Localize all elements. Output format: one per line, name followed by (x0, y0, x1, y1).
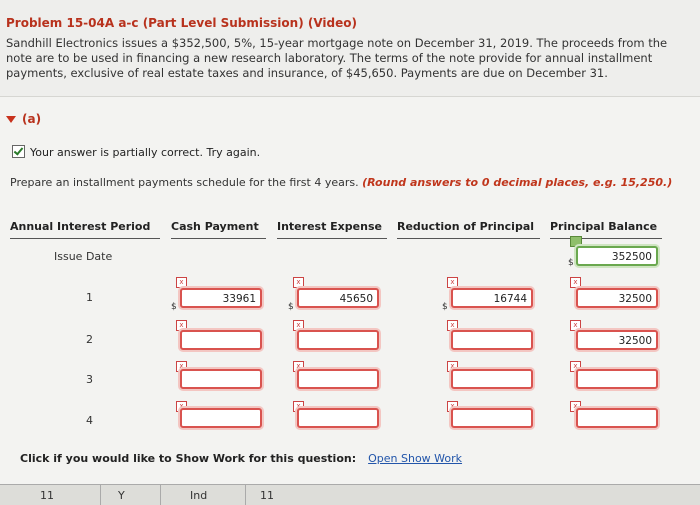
reduction-principal-input[interactable] (451, 369, 533, 389)
principal-balance-input[interactable] (576, 408, 658, 428)
instruction-text: Prepare an installment payments schedule… (10, 176, 363, 189)
divider (100, 485, 101, 505)
divider (10, 238, 160, 239)
period-label: 4 (86, 414, 93, 427)
problem-title: Problem 15-04A a-c (Part Level Submissio… (6, 16, 357, 30)
divider (171, 238, 266, 239)
header-balance: Principal Balance (550, 220, 658, 233)
rounding-hint: (Round answers to 0 decimal places, e.g.… (362, 176, 673, 189)
bottom-cell: 11 (40, 489, 54, 502)
cash-payment-input[interactable] (180, 369, 262, 389)
currency-symbol: $ (288, 302, 294, 312)
bottom-bar: 11 Y Ind 11 (0, 484, 700, 505)
bottom-cell: Ind (190, 489, 208, 502)
divider (245, 485, 246, 505)
problem-statement: Problem 15-04A a-c (Part Level Submissio… (0, 0, 700, 97)
cash-payment-input[interactable] (180, 330, 262, 350)
instruction: Prepare an installment payments schedule… (10, 176, 680, 190)
bottom-cell: Y (118, 489, 125, 502)
divider (550, 238, 662, 239)
principal-balance-input[interactable] (576, 369, 658, 389)
header-reduction: Reduction of Principal (397, 220, 535, 233)
principal-balance-input[interactable]: 32500 (576, 330, 658, 350)
header-cash: Cash Payment (171, 220, 259, 233)
period-label: 3 (86, 373, 93, 386)
header-interest: Interest Expense (277, 220, 382, 233)
incorrect-x-icon: x (176, 277, 187, 288)
section-a-toggle[interactable]: (a) (6, 112, 41, 126)
issue-date-label: Issue Date (54, 250, 113, 263)
answer-status: Your answer is partially correct. Try ag… (12, 145, 260, 159)
bottom-cell: 11 (260, 489, 274, 502)
interest-expense-input[interactable] (297, 330, 379, 350)
table-header: Annual Interest Period Cash Payment Inte… (0, 214, 700, 240)
incorrect-x-icon: x (293, 277, 304, 288)
currency-symbol: $ (568, 258, 574, 268)
divider (397, 238, 540, 239)
reduction-principal-input[interactable]: 16744 (451, 288, 533, 308)
currency-symbol: $ (442, 302, 448, 312)
currency-symbol: $ (171, 302, 177, 312)
status-text: Your answer is partially correct. Try ag… (30, 146, 261, 159)
interest-expense-input[interactable] (297, 408, 379, 428)
incorrect-x-icon: x (447, 277, 458, 288)
divider (160, 485, 161, 505)
reduction-principal-input[interactable] (451, 330, 533, 350)
divider (277, 238, 387, 239)
problem-text: Sandhill Electronics issues a $352,500, … (6, 36, 668, 80)
issue-balance-input[interactable]: 352500 (576, 246, 658, 266)
period-label: 2 (86, 333, 93, 346)
show-work-prompt: Click if you would like to Show Work for… (20, 452, 462, 465)
interest-expense-input[interactable]: 45650 (297, 288, 379, 308)
show-work-label: Click if you would like to Show Work for… (20, 452, 357, 465)
header-period: Annual Interest Period (10, 220, 151, 233)
section-label: (a) (22, 112, 42, 126)
caret-down-icon (6, 116, 16, 123)
period-label: 1 (86, 291, 93, 304)
partial-check-icon (12, 145, 25, 158)
principal-balance-input[interactable]: 32500 (576, 288, 658, 308)
cash-payment-input[interactable]: 33961 (180, 288, 262, 308)
interest-expense-input[interactable] (297, 369, 379, 389)
open-show-work-link[interactable]: Open Show Work (368, 452, 462, 465)
cash-payment-input[interactable] (180, 408, 262, 428)
reduction-principal-input[interactable] (451, 408, 533, 428)
incorrect-x-icon: x (570, 277, 581, 288)
